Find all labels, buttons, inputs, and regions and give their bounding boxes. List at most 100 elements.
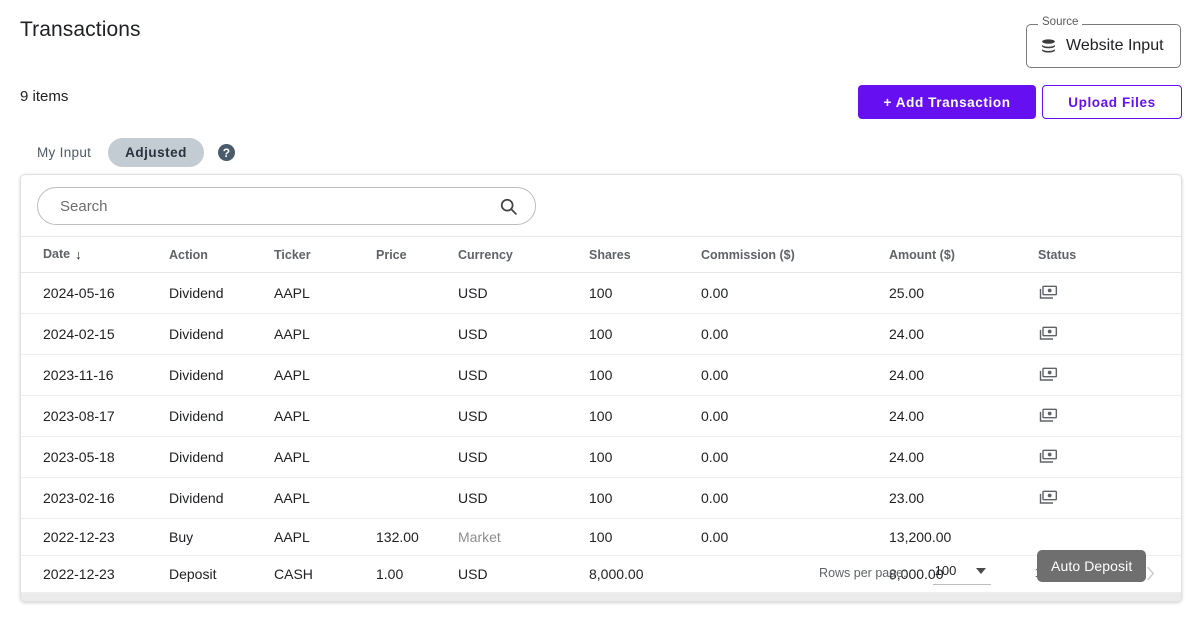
search-box[interactable] bbox=[37, 187, 536, 225]
cell-ticker: AAPL bbox=[274, 314, 376, 355]
payments-icon bbox=[1038, 488, 1058, 508]
cell-action: Dividend bbox=[169, 396, 274, 437]
cell-action: Dividend bbox=[169, 355, 274, 396]
next-page-button[interactable] bbox=[1133, 556, 1167, 590]
cell-amount: 23.00 bbox=[889, 478, 1038, 519]
previous-page-button[interactable] bbox=[1099, 556, 1133, 590]
cell-shares: 100 bbox=[589, 478, 701, 519]
column-header-amount[interactable]: Amount ($) bbox=[889, 237, 1038, 273]
cell-ticker: AAPL bbox=[274, 273, 376, 314]
cell-price bbox=[376, 355, 458, 396]
cell-status bbox=[1038, 437, 1181, 478]
rows-per-page-label: Rows per page: bbox=[819, 566, 907, 580]
column-header-currency[interactable]: Currency bbox=[458, 237, 589, 273]
chevron-down-icon bbox=[976, 568, 986, 574]
pagination-range: 1-9 of 9 bbox=[1035, 566, 1077, 580]
payments-icon bbox=[1038, 406, 1058, 426]
search-area bbox=[21, 175, 1181, 236]
cell-date: 2023-11-16 bbox=[21, 355, 169, 396]
cell-price bbox=[376, 314, 458, 355]
column-header-price[interactable]: Price bbox=[376, 237, 458, 273]
cell-action: Dividend bbox=[169, 273, 274, 314]
table-row[interactable]: 2024-02-15DividendAAPL USD1000.0024.00 bbox=[21, 314, 1181, 355]
transactions-page: Transactions 9 items Source Website Inpu… bbox=[0, 0, 1202, 635]
cell-amount: 24.00 bbox=[889, 355, 1038, 396]
cell-amount: 24.00 bbox=[889, 437, 1038, 478]
cell-status bbox=[1038, 396, 1181, 437]
table-header-row: Date ↓ Action Ticker Price Currency Share… bbox=[21, 237, 1181, 273]
cell-price bbox=[376, 478, 458, 519]
toggle-adjusted[interactable]: Adjusted bbox=[108, 138, 204, 167]
sort-desc-icon: ↓ bbox=[75, 247, 82, 262]
cell-commission: 0.00 bbox=[701, 396, 889, 437]
cell-currency: USD bbox=[458, 478, 589, 519]
column-header-ticker[interactable]: Ticker bbox=[274, 237, 376, 273]
search-icon[interactable] bbox=[498, 196, 519, 217]
cell-commission: 0.00 bbox=[701, 437, 889, 478]
cell-commission: 0.00 bbox=[701, 314, 889, 355]
payments-icon bbox=[1038, 447, 1058, 467]
cell-amount: 24.00 bbox=[889, 314, 1038, 355]
cell-currency: USD bbox=[458, 396, 589, 437]
cell-price bbox=[376, 396, 458, 437]
cell-currency: USD bbox=[458, 355, 589, 396]
column-header-date-label: Date bbox=[43, 247, 70, 261]
search-input[interactable] bbox=[60, 198, 498, 215]
add-transaction-button[interactable]: + Add Transaction bbox=[858, 85, 1036, 119]
column-header-shares[interactable]: Shares bbox=[589, 237, 701, 273]
cell-ticker: AAPL bbox=[274, 355, 376, 396]
source-label: Source bbox=[1038, 17, 1082, 29]
cell-currency: USD bbox=[458, 273, 589, 314]
upload-files-button[interactable]: Upload Files bbox=[1042, 85, 1182, 119]
table-row[interactable]: 2023-02-16DividendAAPL USD1000.0023.00 bbox=[21, 478, 1181, 519]
column-header-status[interactable]: Status bbox=[1038, 237, 1181, 273]
cell-price bbox=[376, 273, 458, 314]
toggle-my-input[interactable]: My Input bbox=[20, 138, 108, 167]
transactions-card: Date ↓ Action Ticker Price Currency Share… bbox=[20, 174, 1182, 602]
cell-action: Dividend bbox=[169, 437, 274, 478]
cell-date: 2023-02-16 bbox=[21, 478, 169, 519]
cell-status bbox=[1038, 273, 1181, 314]
cell-date: 2024-02-15 bbox=[21, 314, 169, 355]
cell-status bbox=[1038, 355, 1181, 396]
cell-date: 2023-08-17 bbox=[21, 396, 169, 437]
cell-status bbox=[1038, 314, 1181, 355]
cell-ticker: AAPL bbox=[274, 478, 376, 519]
cell-commission: 0.00 bbox=[701, 355, 889, 396]
page-title: Transactions bbox=[20, 18, 141, 42]
cell-date: 2023-05-18 bbox=[21, 437, 169, 478]
cell-date: 2024-05-16 bbox=[21, 273, 169, 314]
column-header-commission[interactable]: Commission ($) bbox=[701, 237, 889, 273]
column-header-action[interactable]: Action bbox=[169, 237, 274, 273]
source-select[interactable]: Source Website Input bbox=[1026, 24, 1181, 68]
cell-shares: 100 bbox=[589, 396, 701, 437]
view-toggle-group: My Input Adjusted ? bbox=[20, 138, 235, 167]
cell-status bbox=[1038, 478, 1181, 519]
cell-amount: 24.00 bbox=[889, 396, 1038, 437]
cell-commission: 0.00 bbox=[701, 273, 889, 314]
table-row[interactable]: 2023-05-18DividendAAPLUSD1000.0024.00 bbox=[21, 437, 1181, 478]
cell-commission: 0.00 bbox=[701, 478, 889, 519]
chevron-right-icon bbox=[1146, 566, 1155, 581]
cell-shares: 100 bbox=[589, 314, 701, 355]
cell-action: Dividend bbox=[169, 478, 274, 519]
help-icon[interactable]: ? bbox=[218, 144, 235, 161]
cell-ticker: AAPL bbox=[274, 396, 376, 437]
payments-icon bbox=[1038, 324, 1058, 344]
payments-icon bbox=[1038, 283, 1058, 303]
items-count: 9 items bbox=[20, 88, 68, 105]
cell-action: Dividend bbox=[169, 314, 274, 355]
cell-ticker: AAPL bbox=[274, 437, 376, 478]
cell-shares: 100 bbox=[589, 437, 701, 478]
table-row[interactable]: 2023-11-16DividendAAPLUSD1000.0024.00 bbox=[21, 355, 1181, 396]
rows-per-page-value: 100 bbox=[935, 563, 957, 578]
table-row[interactable]: 2024-05-16DividendAAPLUSD1000.0025.00 bbox=[21, 273, 1181, 314]
source-value: Website Input bbox=[1066, 37, 1164, 55]
database-icon bbox=[1040, 38, 1057, 55]
chevron-left-icon bbox=[1112, 566, 1121, 581]
rows-per-page-select[interactable]: 100 bbox=[933, 561, 991, 585]
table-row[interactable]: 2023-08-17DividendAAPL USD1000.0024.00 bbox=[21, 396, 1181, 437]
payments-icon bbox=[1038, 365, 1058, 385]
column-header-date[interactable]: Date ↓ bbox=[21, 237, 169, 273]
cell-currency: USD bbox=[458, 314, 589, 355]
